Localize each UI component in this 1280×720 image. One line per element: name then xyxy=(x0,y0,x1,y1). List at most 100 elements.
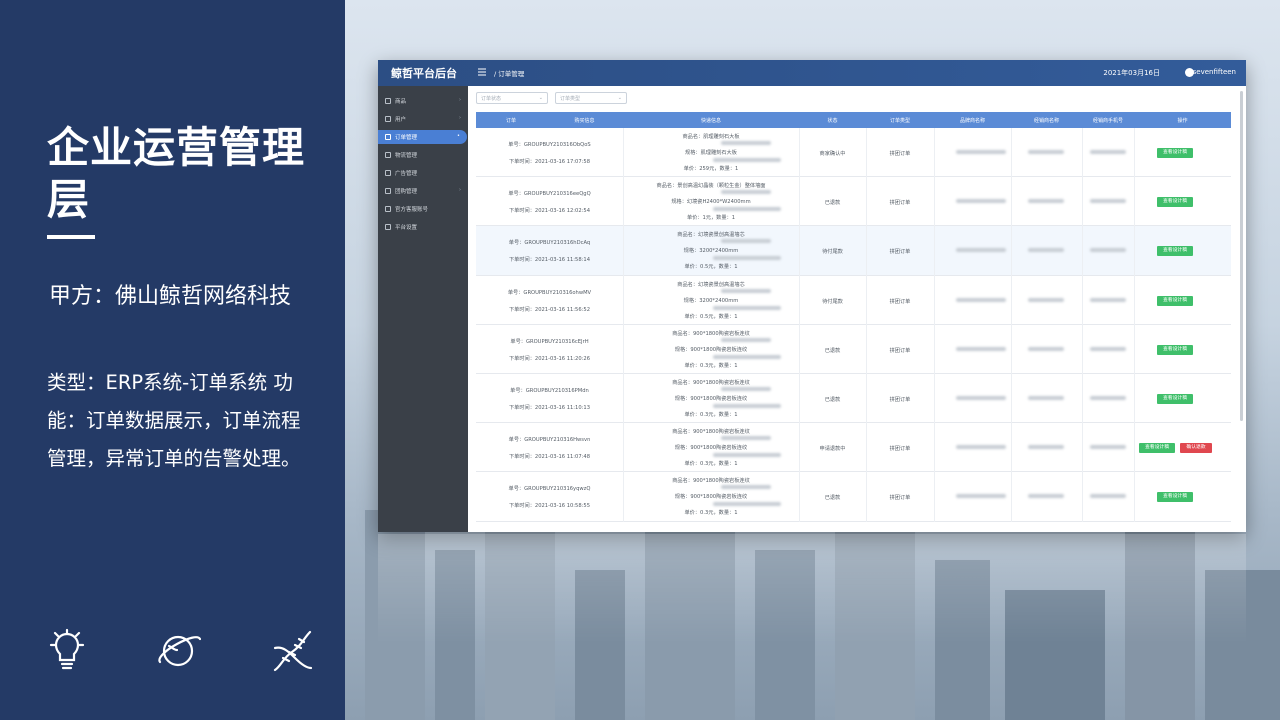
goods-spec: 规格：肌理雕刻石大板 xyxy=(685,150,737,156)
column-header: 经销商手机号 xyxy=(1092,118,1123,124)
type-filter[interactable]: 订单类型 ⌄ xyxy=(555,92,627,104)
sidebar-item-label: 用户 xyxy=(395,117,407,123)
column-divider xyxy=(1082,177,1083,227)
order-type: 拼团订单 xyxy=(889,347,911,354)
sidebar-item[interactable]: 用户 › xyxy=(378,112,468,126)
column-divider xyxy=(623,128,624,178)
sidebar-item[interactable]: 官方客服账号 xyxy=(378,202,468,216)
view-design-button[interactable]: 查看设计稿 xyxy=(1157,394,1193,404)
goods-name: 商品名：900*1800陶瓷岩板连纹 xyxy=(672,478,750,485)
confirm-refund-button[interactable]: 确认退款 xyxy=(1180,443,1212,454)
column-divider xyxy=(1011,324,1012,374)
redacted-field xyxy=(1028,297,1064,302)
chevron-down-icon: ⌄ xyxy=(617,95,622,101)
menu-icon[interactable] xyxy=(478,68,486,76)
goods-name: 商品名：900*1800陶瓷岩板连纹 xyxy=(672,380,750,386)
column-divider xyxy=(866,472,867,522)
table-row[interactable]: 单号：GROUPBUY210316yqwzQ 下单时间：2021-03-16 10… xyxy=(476,472,1231,522)
table-row[interactable]: 单号：GROUPBUY210316eeQgQ 下单时间：2021-03-16 12… xyxy=(476,177,1231,227)
order-type: 拼团订单 xyxy=(889,446,911,453)
order-status: 已退款 xyxy=(824,200,841,207)
sidebar-item[interactable]: 平台设置 xyxy=(378,220,468,234)
column-divider xyxy=(1082,226,1083,276)
order-time: 下单时间：2021-03-16 11:58:14 xyxy=(508,257,591,264)
column-divider xyxy=(623,472,624,522)
ad-icon xyxy=(385,170,391,176)
view-design-button[interactable]: 查看设计稿 xyxy=(1157,148,1193,158)
order-time: 下单时间：2021-03-16 12:02:54 xyxy=(508,208,591,215)
view-design-button[interactable]: 查看设计稿 xyxy=(1157,344,1193,355)
left-panel: 企业运营管理层 甲方：佛山鲸哲网络科技 类型：ERP系统-订单系统 功能：订单数… xyxy=(0,0,345,720)
view-design-button[interactable]: 查看设计稿 xyxy=(1157,295,1193,306)
goods-name: 商品名：900*1800陶瓷岩板连纹 xyxy=(672,429,750,436)
lightbulb-icon xyxy=(49,628,85,670)
redacted-field xyxy=(1090,248,1126,253)
redacted-field xyxy=(1090,150,1126,154)
scrollbar[interactable] xyxy=(1240,91,1243,421)
redacted-field xyxy=(956,248,1006,253)
table-row[interactable]: 单号：GROUPBUY210316ohwMV 下单时间：2021-03-16 11… xyxy=(476,275,1231,325)
view-design-button[interactable]: 查看设计稿 xyxy=(1157,246,1193,257)
goods-icon xyxy=(385,98,391,104)
column-divider xyxy=(799,128,800,178)
goods-spec: 规格：900*1800陶瓷岩板连纹 xyxy=(674,396,748,402)
order-time: 下单时间：2021-03-16 11:20:26 xyxy=(508,355,591,362)
view-design-button[interactable]: 查看设计稿 xyxy=(1157,492,1193,503)
goods-price: 单价：0.3元，数量：1 xyxy=(684,461,738,468)
order-time: 下单时间：2021-03-16 11:56:52 xyxy=(508,306,591,313)
sidebar-item[interactable]: 广告管理 xyxy=(378,166,468,180)
sidebar-item[interactable]: 物流管理 xyxy=(378,148,468,162)
logistics-icon xyxy=(385,152,391,158)
table-row[interactable]: 单号：GROUPBUY210316cEJrH 下单时间：2021-03-16 11… xyxy=(476,324,1231,374)
redacted-field xyxy=(713,502,781,507)
column-divider xyxy=(1082,275,1083,325)
sidebar-item-label: 商品 xyxy=(395,99,407,105)
column-divider xyxy=(866,374,867,424)
order-number: 单号：GROUPBUY210316yqwzQ xyxy=(508,486,591,493)
status-filter[interactable]: 订单状态 ⌄ xyxy=(476,92,548,104)
column-divider xyxy=(1082,472,1083,522)
top-bar: 鲸哲平台后台 / 订单管理 2021年03月16日 sevenfifteen xyxy=(378,60,1246,86)
column-divider xyxy=(1134,226,1135,276)
order-type: 拼团订单 xyxy=(889,298,911,305)
order-type: 拼团订单 xyxy=(889,495,911,502)
sidebar-item[interactable]: 团购管理 › xyxy=(378,184,468,198)
type-filter-placeholder: 订单类型 xyxy=(560,96,581,102)
table-row[interactable]: 单号：GROUPBUY210316ObQoS 下单时间：2021-03-16 17… xyxy=(476,128,1231,178)
settings-icon xyxy=(385,224,391,230)
table-row[interactable]: 单号：GROUPBUY210316PMdn 下单时间：2021-03-16 11:… xyxy=(476,374,1231,424)
column-divider xyxy=(934,275,935,325)
column-divider xyxy=(799,226,800,276)
goods-price: 单价：0.5元，数量：1 xyxy=(684,313,738,320)
column-divider xyxy=(934,324,935,374)
username[interactable]: sevenfifteen xyxy=(1193,68,1236,76)
sidebar-item[interactable]: 订单管理 • xyxy=(378,130,467,144)
column-header: 经销商名称 xyxy=(1033,118,1059,124)
service-icon xyxy=(385,206,391,212)
column-header: 订单 xyxy=(505,118,516,124)
redacted-field xyxy=(721,141,771,145)
column-divider xyxy=(866,423,867,473)
column-divider xyxy=(799,324,800,374)
redacted-field xyxy=(956,150,1006,154)
column-divider xyxy=(866,128,867,178)
order-status: 待付尾款 xyxy=(822,298,843,305)
column-divider xyxy=(934,128,935,178)
sidebar-item[interactable]: 商品 › xyxy=(378,94,468,108)
chevron-icon: › xyxy=(459,187,461,193)
column-divider xyxy=(1134,177,1135,227)
order-number: 单号：GROUPBUY210316ObQoS xyxy=(508,142,591,148)
redacted-field xyxy=(721,436,771,441)
view-design-button[interactable]: 查看设计稿 xyxy=(1157,197,1193,208)
column-divider xyxy=(1134,128,1135,178)
redacted-field xyxy=(956,494,1006,499)
column-divider xyxy=(866,324,867,374)
goods-spec: 规格：幻境瓷H2400*W2400mm xyxy=(671,199,751,206)
table-row[interactable]: 单号：GROUPBUY210316hDcAq 下单时间：2021-03-16 11… xyxy=(476,226,1231,276)
column-divider xyxy=(866,177,867,227)
table-row[interactable]: 单号：GROUPBUY210316Hwsvn 下单时间：2021-03-16 11… xyxy=(476,423,1231,473)
group-icon xyxy=(385,188,391,194)
view-design-button[interactable]: 查看设计稿 xyxy=(1139,443,1175,454)
screenshot-reflection xyxy=(378,534,1246,644)
redacted-field xyxy=(1028,248,1064,253)
